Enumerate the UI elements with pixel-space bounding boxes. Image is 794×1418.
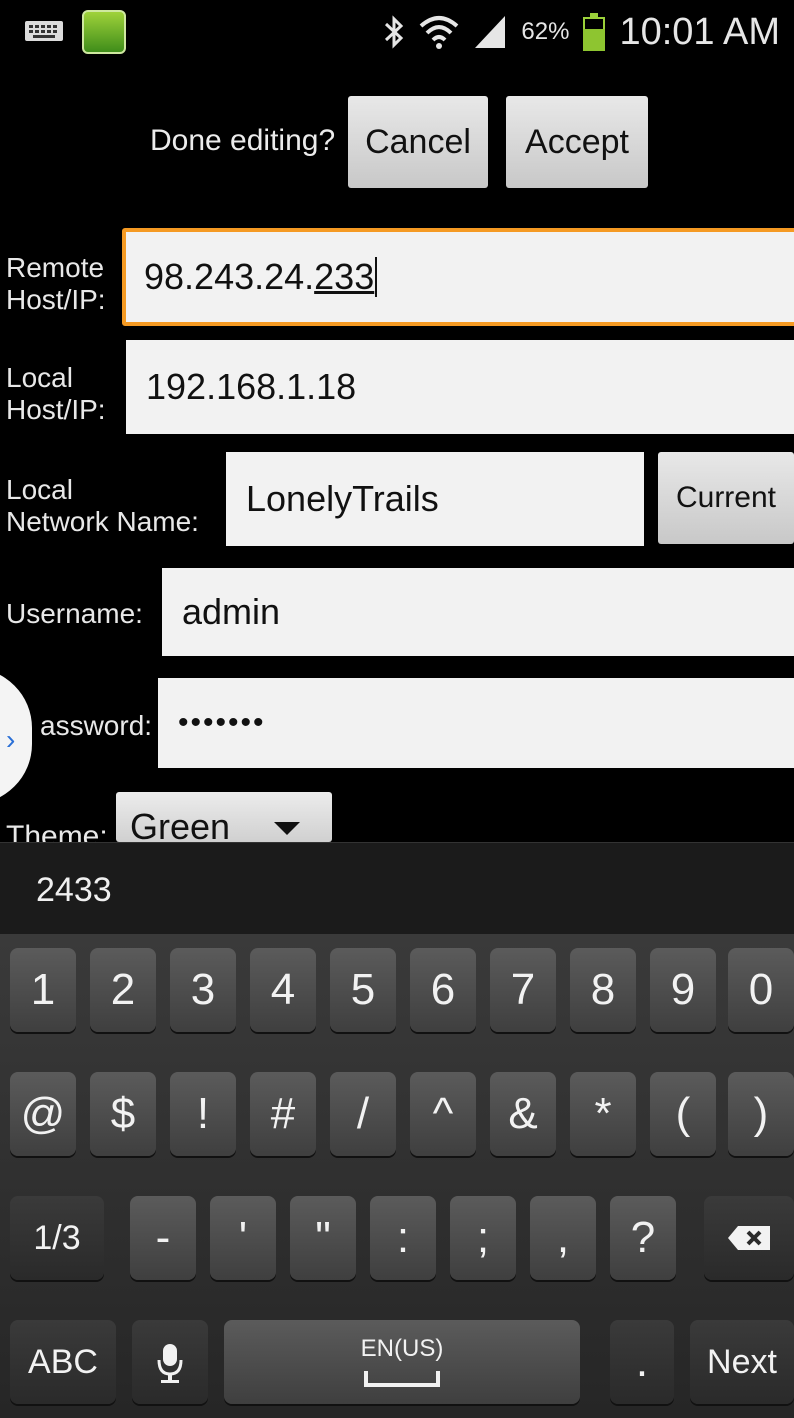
space-bar-icon xyxy=(364,1371,440,1387)
remote-host-composing-text: 233 xyxy=(314,256,375,297)
key-ampersand[interactable]: & xyxy=(490,1072,556,1156)
key-slash[interactable]: / xyxy=(330,1072,396,1156)
wifi-icon xyxy=(420,16,459,49)
remote-host-label: Remote Host/IP: xyxy=(6,252,106,316)
keyboard-icon xyxy=(25,21,63,41)
battery-percent: 62% xyxy=(521,18,570,45)
network-name-label: Local Network Name: xyxy=(6,474,199,538)
signal-icon xyxy=(475,16,506,48)
key-apostrophe[interactable]: ' xyxy=(210,1196,276,1280)
text-caret xyxy=(375,257,378,297)
key-3[interactable]: 3 xyxy=(170,948,236,1032)
key-4[interactable]: 4 xyxy=(250,948,316,1032)
local-host-label: Local Host/IP: xyxy=(6,362,106,426)
space-key-language-label: EN(US) xyxy=(360,1335,444,1362)
key-5[interactable]: 5 xyxy=(330,948,396,1032)
bluetooth-icon xyxy=(385,15,404,49)
clock: 10:01 AM xyxy=(619,10,780,53)
key-semicolon[interactable]: ; xyxy=(450,1196,516,1280)
local-host-label-line1: Local xyxy=(6,362,73,393)
backspace-icon xyxy=(728,1226,770,1250)
suggestion-word[interactable]: 2433 xyxy=(36,871,112,910)
keyboard: 1 2 3 4 5 6 7 8 9 0 @ $ ! # / ^ & * ( ) … xyxy=(0,934,794,1418)
done-editing-label: Done editing? xyxy=(150,124,336,157)
key-open-paren[interactable]: ( xyxy=(650,1072,716,1156)
password-input[interactable]: ••••••• xyxy=(158,678,794,768)
period-key[interactable]: . xyxy=(610,1320,674,1404)
key-comma[interactable]: , xyxy=(530,1196,596,1280)
key-8[interactable]: 8 xyxy=(570,948,636,1032)
key-2[interactable]: 2 xyxy=(90,948,156,1032)
remote-host-input[interactable]: 98.243.24. 233 xyxy=(122,228,794,326)
chevron-right-icon: › xyxy=(6,724,16,755)
local-host-input[interactable]: 192.168.1.18 xyxy=(126,340,794,434)
network-name-label-line1: Local xyxy=(6,474,73,505)
key-quote[interactable]: " xyxy=(290,1196,356,1280)
local-host-label-line2: Host/IP: xyxy=(6,394,106,425)
app-notification-icon xyxy=(82,10,126,54)
username-input[interactable]: admin xyxy=(162,568,794,656)
username-label: Username: xyxy=(6,598,143,629)
key-6[interactable]: 6 xyxy=(410,948,476,1032)
accept-button[interactable]: Accept xyxy=(506,96,648,188)
key-hash[interactable]: # xyxy=(250,1072,316,1156)
password-label: assword: xyxy=(40,710,153,741)
key-dash[interactable]: - xyxy=(130,1196,196,1280)
backspace-key[interactable] xyxy=(704,1196,794,1280)
current-network-button[interactable]: Current xyxy=(658,452,794,544)
cancel-button[interactable]: Cancel xyxy=(348,96,488,188)
status-bar: 62% 10:01 AM xyxy=(0,0,794,64)
key-dollar[interactable]: $ xyxy=(90,1072,156,1156)
key-question[interactable]: ? xyxy=(610,1196,676,1280)
network-name-label-line2: Network Name: xyxy=(6,506,199,537)
network-name-input[interactable]: LonelyTrails xyxy=(226,452,644,546)
microphone-icon xyxy=(157,1344,183,1383)
abc-key[interactable]: ABC xyxy=(10,1320,116,1404)
theme-label: Theme: xyxy=(6,820,108,842)
key-colon[interactable]: : xyxy=(370,1196,436,1280)
remote-host-label-line2: Host/IP: xyxy=(6,284,106,315)
space-key[interactable]: EN(US) xyxy=(224,1320,580,1404)
key-exclamation[interactable]: ! xyxy=(170,1072,236,1156)
key-caret[interactable]: ^ xyxy=(410,1072,476,1156)
battery-icon xyxy=(583,13,606,51)
key-1[interactable]: 1 xyxy=(10,948,76,1032)
key-at[interactable]: @ xyxy=(10,1072,76,1156)
voice-input-key[interactable] xyxy=(132,1320,208,1404)
side-panel-handle[interactable]: › xyxy=(0,668,32,804)
dropdown-arrow-icon xyxy=(274,822,300,835)
key-asterisk[interactable]: * xyxy=(570,1072,636,1156)
suggestion-bar: 2433 xyxy=(0,842,794,935)
key-7[interactable]: 7 xyxy=(490,948,556,1032)
theme-value: Green xyxy=(130,806,231,842)
key-close-paren[interactable]: ) xyxy=(728,1072,794,1156)
theme-dropdown[interactable]: Green xyxy=(116,792,332,842)
remote-host-value: 98.243.24. xyxy=(144,256,315,297)
key-0[interactable]: 0 xyxy=(728,948,794,1032)
next-key[interactable]: Next xyxy=(690,1320,794,1404)
key-9[interactable]: 9 xyxy=(650,948,716,1032)
remote-host-label-line1: Remote xyxy=(6,252,105,283)
key-symbols-page[interactable]: 1/3 xyxy=(10,1196,104,1280)
